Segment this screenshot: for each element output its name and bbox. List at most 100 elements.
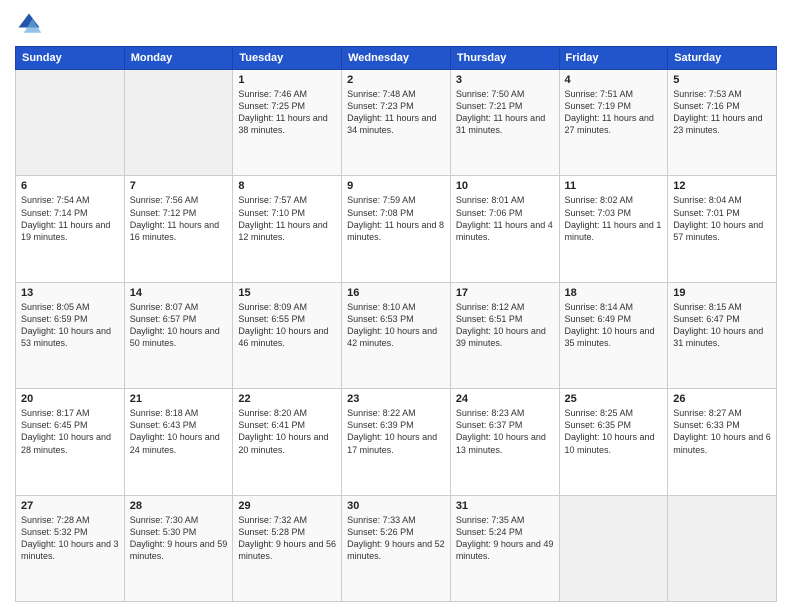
calendar-week-0: 1 Sunrise: 7:46 AM Sunset: 7:25 PM Daylig… bbox=[16, 70, 777, 176]
table-row: 29Sunrise: 7:32 AM Sunset: 5:28 PM Dayli… bbox=[233, 495, 342, 601]
header-row: Sunday Monday Tuesday Wednesday Thursday… bbox=[16, 47, 777, 70]
day-detail: Sunrise: 7:46 AM Sunset: 7:25 PM Dayligh… bbox=[238, 88, 336, 137]
day-detail: Sunrise: 8:17 AM Sunset: 6:45 PM Dayligh… bbox=[21, 407, 119, 456]
col-saturday: Saturday bbox=[668, 47, 777, 70]
page: Sunday Monday Tuesday Wednesday Thursday… bbox=[0, 0, 792, 612]
day-detail: Sunrise: 8:20 AM Sunset: 6:41 PM Dayligh… bbox=[238, 407, 336, 456]
day-detail: Sunrise: 8:25 AM Sunset: 6:35 PM Dayligh… bbox=[565, 407, 663, 456]
day-number: 19 bbox=[673, 287, 771, 299]
day-number: 10 bbox=[456, 180, 554, 192]
day-detail: Sunrise: 8:09 AM Sunset: 6:55 PM Dayligh… bbox=[238, 301, 336, 350]
day-number: 5 bbox=[673, 74, 771, 86]
day-number: 11 bbox=[565, 180, 663, 192]
table-row bbox=[559, 495, 668, 601]
day-number: 21 bbox=[130, 393, 228, 405]
table-row: 25 Sunrise: 8:25 AM Sunset: 6:35 PM Dayli… bbox=[559, 389, 668, 495]
day-number: 31 bbox=[456, 500, 554, 512]
day-number: 26 bbox=[673, 393, 771, 405]
table-row: 21Sunrise: 8:18 AM Sunset: 6:43 PM Dayli… bbox=[124, 389, 233, 495]
day-detail: Sunrise: 7:32 AM Sunset: 5:28 PM Dayligh… bbox=[238, 514, 336, 563]
header bbox=[15, 10, 777, 38]
day-detail: Sunrise: 7:57 AM Sunset: 7:10 PM Dayligh… bbox=[238, 194, 336, 243]
table-row: 10Sunrise: 8:01 AM Sunset: 7:06 PM Dayli… bbox=[450, 176, 559, 282]
table-row: 9 Sunrise: 7:59 AM Sunset: 7:08 PM Daylig… bbox=[342, 176, 451, 282]
table-row: 18 Sunrise: 8:14 AM Sunset: 6:49 PM Dayli… bbox=[559, 282, 668, 388]
day-detail: Sunrise: 7:56 AM Sunset: 7:12 PM Dayligh… bbox=[130, 194, 228, 243]
calendar-week-3: 20 Sunrise: 8:17 AM Sunset: 6:45 PM Dayli… bbox=[16, 389, 777, 495]
table-row: 26 Sunrise: 8:27 AM Sunset: 6:33 PM Dayli… bbox=[668, 389, 777, 495]
table-row: 27 Sunrise: 7:28 AM Sunset: 5:32 PM Dayli… bbox=[16, 495, 125, 601]
table-row: 11Sunrise: 8:02 AM Sunset: 7:03 PM Dayli… bbox=[559, 176, 668, 282]
day-number: 23 bbox=[347, 393, 445, 405]
day-number: 28 bbox=[130, 500, 228, 512]
col-monday: Monday bbox=[124, 47, 233, 70]
day-number: 20 bbox=[21, 393, 119, 405]
table-row: 22 Sunrise: 8:20 AM Sunset: 6:41 PM Dayli… bbox=[233, 389, 342, 495]
table-row: 8 Sunrise: 7:57 AM Sunset: 7:10 PM Daylig… bbox=[233, 176, 342, 282]
table-row bbox=[668, 495, 777, 601]
table-row: 12Sunrise: 8:04 AM Sunset: 7:01 PM Dayli… bbox=[668, 176, 777, 282]
day-number: 13 bbox=[21, 287, 119, 299]
day-number: 6 bbox=[21, 180, 119, 192]
day-number: 4 bbox=[565, 74, 663, 86]
day-number: 8 bbox=[238, 180, 336, 192]
day-detail: Sunrise: 7:30 AM Sunset: 5:30 PM Dayligh… bbox=[130, 514, 228, 563]
day-detail: Sunrise: 8:14 AM Sunset: 6:49 PM Dayligh… bbox=[565, 301, 663, 350]
day-number: 27 bbox=[21, 500, 119, 512]
calendar-week-4: 27 Sunrise: 7:28 AM Sunset: 5:32 PM Dayli… bbox=[16, 495, 777, 601]
day-detail: Sunrise: 7:48 AM Sunset: 7:23 PM Dayligh… bbox=[347, 88, 445, 137]
day-number: 30 bbox=[347, 500, 445, 512]
day-number: 25 bbox=[565, 393, 663, 405]
table-row bbox=[124, 70, 233, 176]
day-number: 22 bbox=[238, 393, 336, 405]
logo-icon bbox=[15, 10, 43, 38]
day-detail: Sunrise: 7:33 AM Sunset: 5:26 PM Dayligh… bbox=[347, 514, 445, 563]
day-detail: Sunrise: 7:28 AM Sunset: 5:32 PM Dayligh… bbox=[21, 514, 119, 563]
day-number: 18 bbox=[565, 287, 663, 299]
day-detail: Sunrise: 7:35 AM Sunset: 5:24 PM Dayligh… bbox=[456, 514, 554, 563]
day-detail: Sunrise: 7:53 AM Sunset: 7:16 PM Dayligh… bbox=[673, 88, 771, 137]
day-number: 9 bbox=[347, 180, 445, 192]
day-number: 3 bbox=[456, 74, 554, 86]
col-sunday: Sunday bbox=[16, 47, 125, 70]
day-detail: Sunrise: 8:22 AM Sunset: 6:39 PM Dayligh… bbox=[347, 407, 445, 456]
day-detail: Sunrise: 7:54 AM Sunset: 7:14 PM Dayligh… bbox=[21, 194, 119, 243]
table-row: 15 Sunrise: 8:09 AM Sunset: 6:55 PM Dayli… bbox=[233, 282, 342, 388]
col-wednesday: Wednesday bbox=[342, 47, 451, 70]
day-number: 24 bbox=[456, 393, 554, 405]
day-number: 14 bbox=[130, 287, 228, 299]
day-number: 15 bbox=[238, 287, 336, 299]
calendar-table: Sunday Monday Tuesday Wednesday Thursday… bbox=[15, 46, 777, 602]
day-number: 1 bbox=[238, 74, 336, 86]
calendar-body: 1 Sunrise: 7:46 AM Sunset: 7:25 PM Daylig… bbox=[16, 70, 777, 602]
col-thursday: Thursday bbox=[450, 47, 559, 70]
day-detail: Sunrise: 7:59 AM Sunset: 7:08 PM Dayligh… bbox=[347, 194, 445, 243]
table-row: 17 Sunrise: 8:12 AM Sunset: 6:51 PM Dayli… bbox=[450, 282, 559, 388]
table-row: 24Sunrise: 8:23 AM Sunset: 6:37 PM Dayli… bbox=[450, 389, 559, 495]
table-row: 31 Sunrise: 7:35 AM Sunset: 5:24 PM Dayli… bbox=[450, 495, 559, 601]
table-row: 30 Sunrise: 7:33 AM Sunset: 5:26 PM Dayli… bbox=[342, 495, 451, 601]
day-number: 16 bbox=[347, 287, 445, 299]
table-row: 23 Sunrise: 8:22 AM Sunset: 6:39 PM Dayli… bbox=[342, 389, 451, 495]
table-row: 7Sunrise: 7:56 AM Sunset: 7:12 PM Daylig… bbox=[124, 176, 233, 282]
table-row bbox=[16, 70, 125, 176]
day-detail: Sunrise: 7:50 AM Sunset: 7:21 PM Dayligh… bbox=[456, 88, 554, 137]
table-row: 1 Sunrise: 7:46 AM Sunset: 7:25 PM Daylig… bbox=[233, 70, 342, 176]
day-detail: Sunrise: 8:07 AM Sunset: 6:57 PM Dayligh… bbox=[130, 301, 228, 350]
day-number: 17 bbox=[456, 287, 554, 299]
day-detail: Sunrise: 8:27 AM Sunset: 6:33 PM Dayligh… bbox=[673, 407, 771, 456]
table-row: 13 Sunrise: 8:05 AM Sunset: 6:59 PM Dayli… bbox=[16, 282, 125, 388]
table-row: 20 Sunrise: 8:17 AM Sunset: 6:45 PM Dayli… bbox=[16, 389, 125, 495]
day-detail: Sunrise: 8:12 AM Sunset: 6:51 PM Dayligh… bbox=[456, 301, 554, 350]
table-row: 2Sunrise: 7:48 AM Sunset: 7:23 PM Daylig… bbox=[342, 70, 451, 176]
calendar-week-1: 6 Sunrise: 7:54 AM Sunset: 7:14 PM Daylig… bbox=[16, 176, 777, 282]
table-row: 4Sunrise: 7:51 AM Sunset: 7:19 PM Daylig… bbox=[559, 70, 668, 176]
table-row: 5 Sunrise: 7:53 AM Sunset: 7:16 PM Daylig… bbox=[668, 70, 777, 176]
table-row: 14 Sunrise: 8:07 AM Sunset: 6:57 PM Dayli… bbox=[124, 282, 233, 388]
col-friday: Friday bbox=[559, 47, 668, 70]
day-detail: Sunrise: 8:05 AM Sunset: 6:59 PM Dayligh… bbox=[21, 301, 119, 350]
day-detail: Sunrise: 8:15 AM Sunset: 6:47 PM Dayligh… bbox=[673, 301, 771, 350]
table-row: 19 Sunrise: 8:15 AM Sunset: 6:47 PM Dayli… bbox=[668, 282, 777, 388]
day-number: 12 bbox=[673, 180, 771, 192]
col-tuesday: Tuesday bbox=[233, 47, 342, 70]
